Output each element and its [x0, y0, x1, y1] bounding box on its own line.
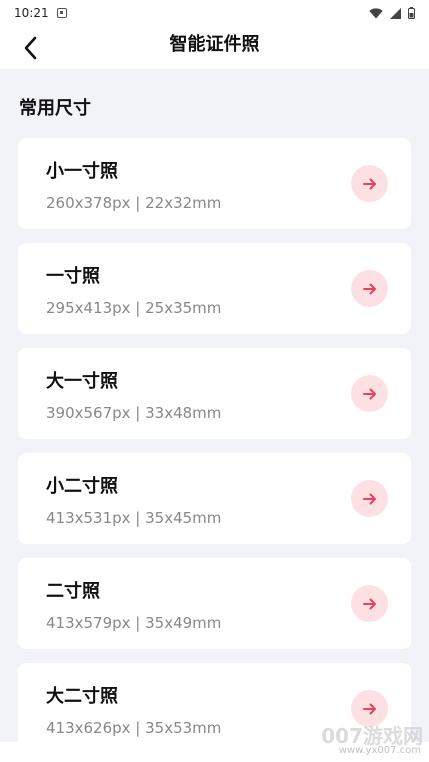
size-card[interactable]: 一寸照 295x413px | 25x35mm [18, 243, 411, 334]
size-name: 大二寸照 [46, 686, 118, 707]
wifi-icon [369, 7, 383, 19]
arrow-right-icon [362, 388, 376, 399]
go-button[interactable] [351, 480, 388, 517]
notification-icon [56, 8, 67, 18]
signal-icon [390, 7, 401, 19]
size-spec: 295x413px | 25x35mm [46, 299, 222, 317]
status-bar: 10:21 [0, 0, 429, 26]
watermark-url: www.yx007.com [338, 745, 421, 756]
go-button[interactable] [351, 375, 388, 412]
battery-icon [408, 7, 415, 19]
app-bar: 智能证件照 [0, 26, 429, 69]
status-time: 10:21 [14, 6, 49, 20]
size-card[interactable]: 大一寸照 390x567px | 33x48mm [18, 348, 411, 439]
size-spec: 390x567px | 33x48mm [46, 404, 222, 422]
status-left: 10:21 [14, 6, 67, 20]
back-button[interactable] [14, 32, 46, 64]
size-name: 二寸照 [46, 581, 100, 602]
arrow-right-icon [362, 598, 376, 609]
size-name: 小一寸照 [46, 161, 118, 182]
section-title: 常用尺寸 [19, 98, 91, 119]
arrow-right-icon [362, 493, 376, 504]
size-spec: 413x531px | 35x45mm [46, 509, 222, 527]
size-spec: 413x626px | 35x53mm [46, 719, 222, 737]
go-button[interactable] [351, 270, 388, 307]
page-title: 智能证件照 [169, 34, 260, 55]
size-name: 小二寸照 [46, 476, 118, 497]
size-card[interactable]: 小二寸照 413x531px | 35x45mm [18, 453, 411, 544]
size-spec: 413x579px | 35x49mm [46, 614, 222, 632]
go-button[interactable] [351, 165, 388, 202]
size-spec: 260x378px | 22x32mm [46, 194, 222, 212]
size-card[interactable]: 小一寸照 260x378px | 22x32mm [18, 138, 411, 229]
size-card[interactable]: 二寸照 413x579px | 35x49mm [18, 558, 411, 649]
size-list: 小一寸照 260x378px | 22x32mm 一寸照 295x413px |… [18, 138, 411, 742]
size-name: 大一寸照 [46, 371, 118, 392]
arrow-right-icon [362, 283, 376, 294]
chevron-left-icon [24, 36, 37, 60]
arrow-right-icon [362, 178, 376, 189]
arrow-right-icon [362, 703, 376, 714]
size-name: 一寸照 [46, 266, 100, 287]
go-button[interactable] [351, 585, 388, 622]
status-right [369, 7, 415, 19]
